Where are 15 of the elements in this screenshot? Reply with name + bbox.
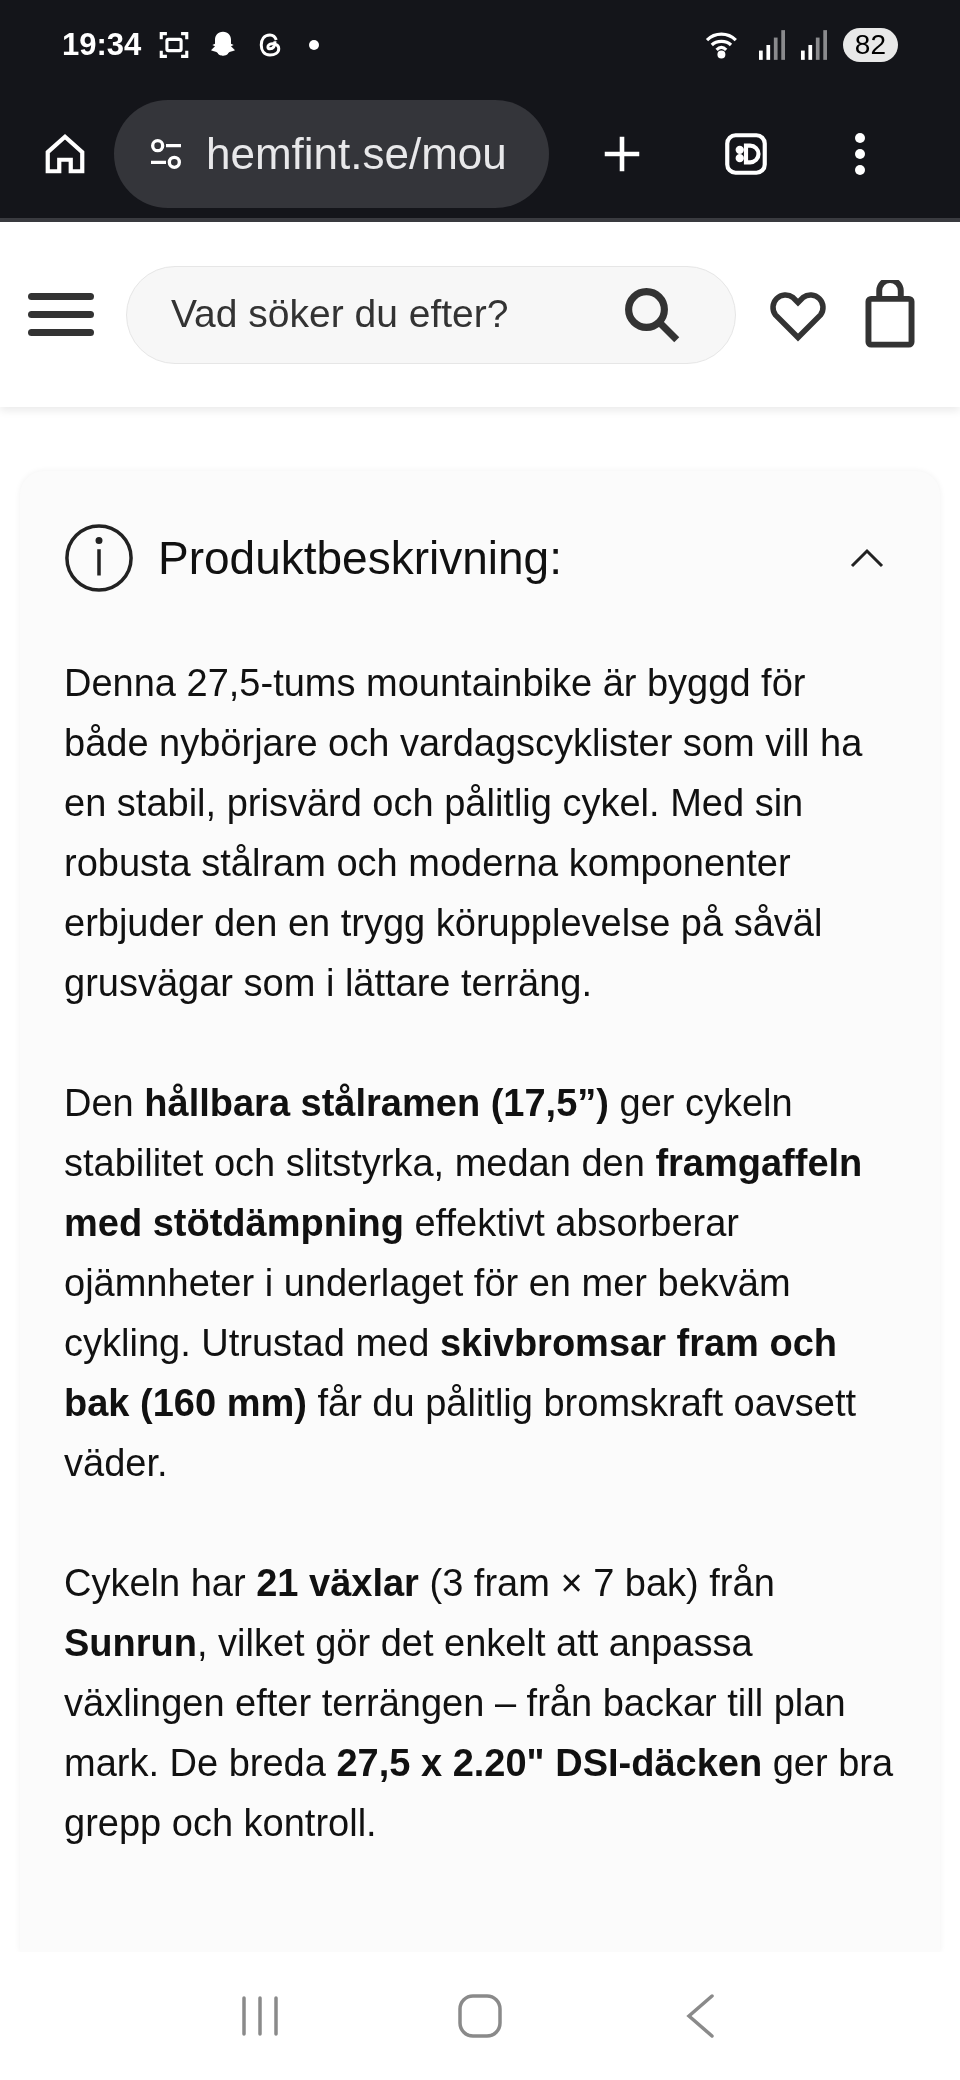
accordion-header[interactable]: Produktbeskrivning:	[64, 471, 896, 653]
status-time: 19:34	[62, 25, 142, 64]
description-paragraph: Den hållbara stålramen (17,5”) ger cykeln stabilitet och slitstyrka, medan den framgaffeln med stötdämpning effektivt absorberar ojämnheter i underlaget för en mer bekväm cykling. Utrustad med skivbromsar fram och bak (160 mm) får du pålitlig bromskraft oavsett väder.	[64, 1081, 864, 1486]
signal-icon	[800, 30, 827, 60]
description-paragraph: Denna 27,5-tums mountainbike är byggd för både nybörjare och vardagscyklister som vill ha en stabil, prisvärd och pålitlig cykel. Med sin robusta stålram och moderna komponenter erbjuder den en trygg körupplevelse på såväl grusvägar som i lättare terräng.	[64, 661, 864, 1006]
more-options-icon	[853, 130, 867, 178]
signal-icon	[758, 30, 785, 60]
description-paragraph: Cykeln har 21 växlar (3 fram × 7 bak) från Sunrun, vilket gör det enkelt att anpassa växlingen efter terrängen – från backar till plan mark. De breda 27,5 x 2.20" DSI-däcken ger bra grepp och kontroll.	[64, 1561, 895, 1846]
search-input[interactable]: Vad söker du efter?	[171, 285, 619, 344]
info-icon	[64, 523, 134, 593]
url-text: hemfint.se/mou	[206, 128, 507, 180]
search-field[interactable]: Vad söker du efter?	[126, 265, 736, 364]
battery-badge: 82	[842, 28, 898, 62]
chevron-up-icon	[850, 548, 884, 568]
url-bar[interactable]: hemfint.se/mou	[114, 100, 549, 208]
